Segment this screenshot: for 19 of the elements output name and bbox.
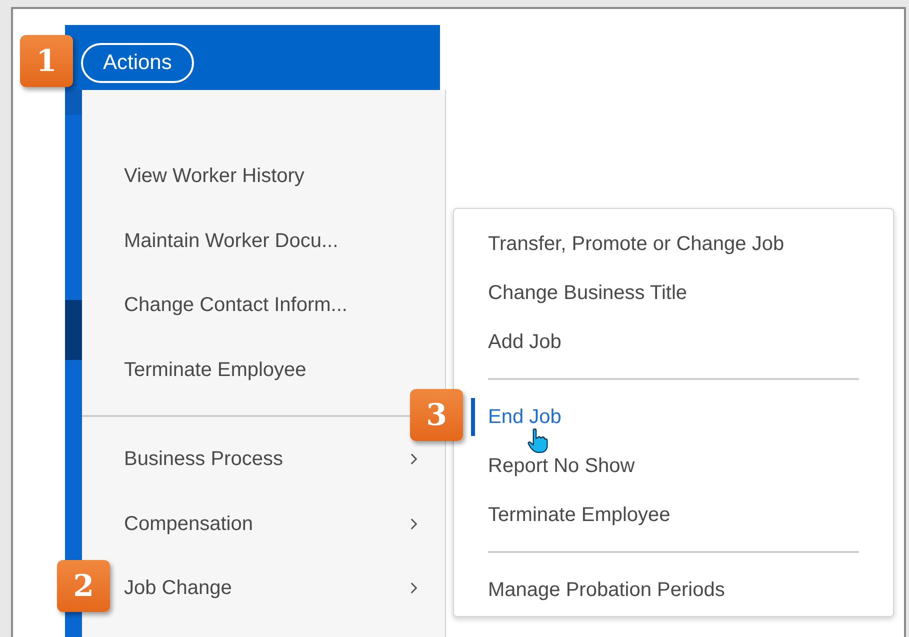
step-number-badge: 1	[20, 35, 73, 87]
menu-item[interactable]: Change Contact Inform...	[124, 290, 348, 320]
submenu-item[interactable]: Report No Show	[488, 450, 635, 480]
submenu-item[interactable]: Manage Probation Periods	[488, 574, 725, 604]
step-number-badge: 3	[410, 389, 463, 441]
step-number-badge: 2	[57, 560, 110, 612]
submenu-item[interactable]: End Job	[488, 402, 562, 432]
menu-item[interactable]: View Worker History	[124, 161, 304, 192]
submenu-item[interactable]: Terminate Employee	[488, 500, 670, 530]
submenu-item[interactable]: Change Business Title	[488, 278, 688, 308]
menu-item[interactable]: Compensation	[124, 508, 253, 539]
menu-item[interactable]: Job Change	[124, 573, 232, 604]
submenu-item[interactable]: Add Job	[488, 326, 562, 356]
menu-item[interactable]: Business Process	[124, 444, 283, 474]
menu-item[interactable]: Maintain Worker Docu...	[124, 226, 338, 256]
menu-item[interactable]: Terminate Employee	[124, 354, 306, 385]
submenu-item[interactable]: Transfer, Promote or Change Job	[488, 228, 784, 258]
actions-button[interactable]: Actions	[81, 43, 194, 83]
hand-cursor-icon	[527, 428, 548, 453]
